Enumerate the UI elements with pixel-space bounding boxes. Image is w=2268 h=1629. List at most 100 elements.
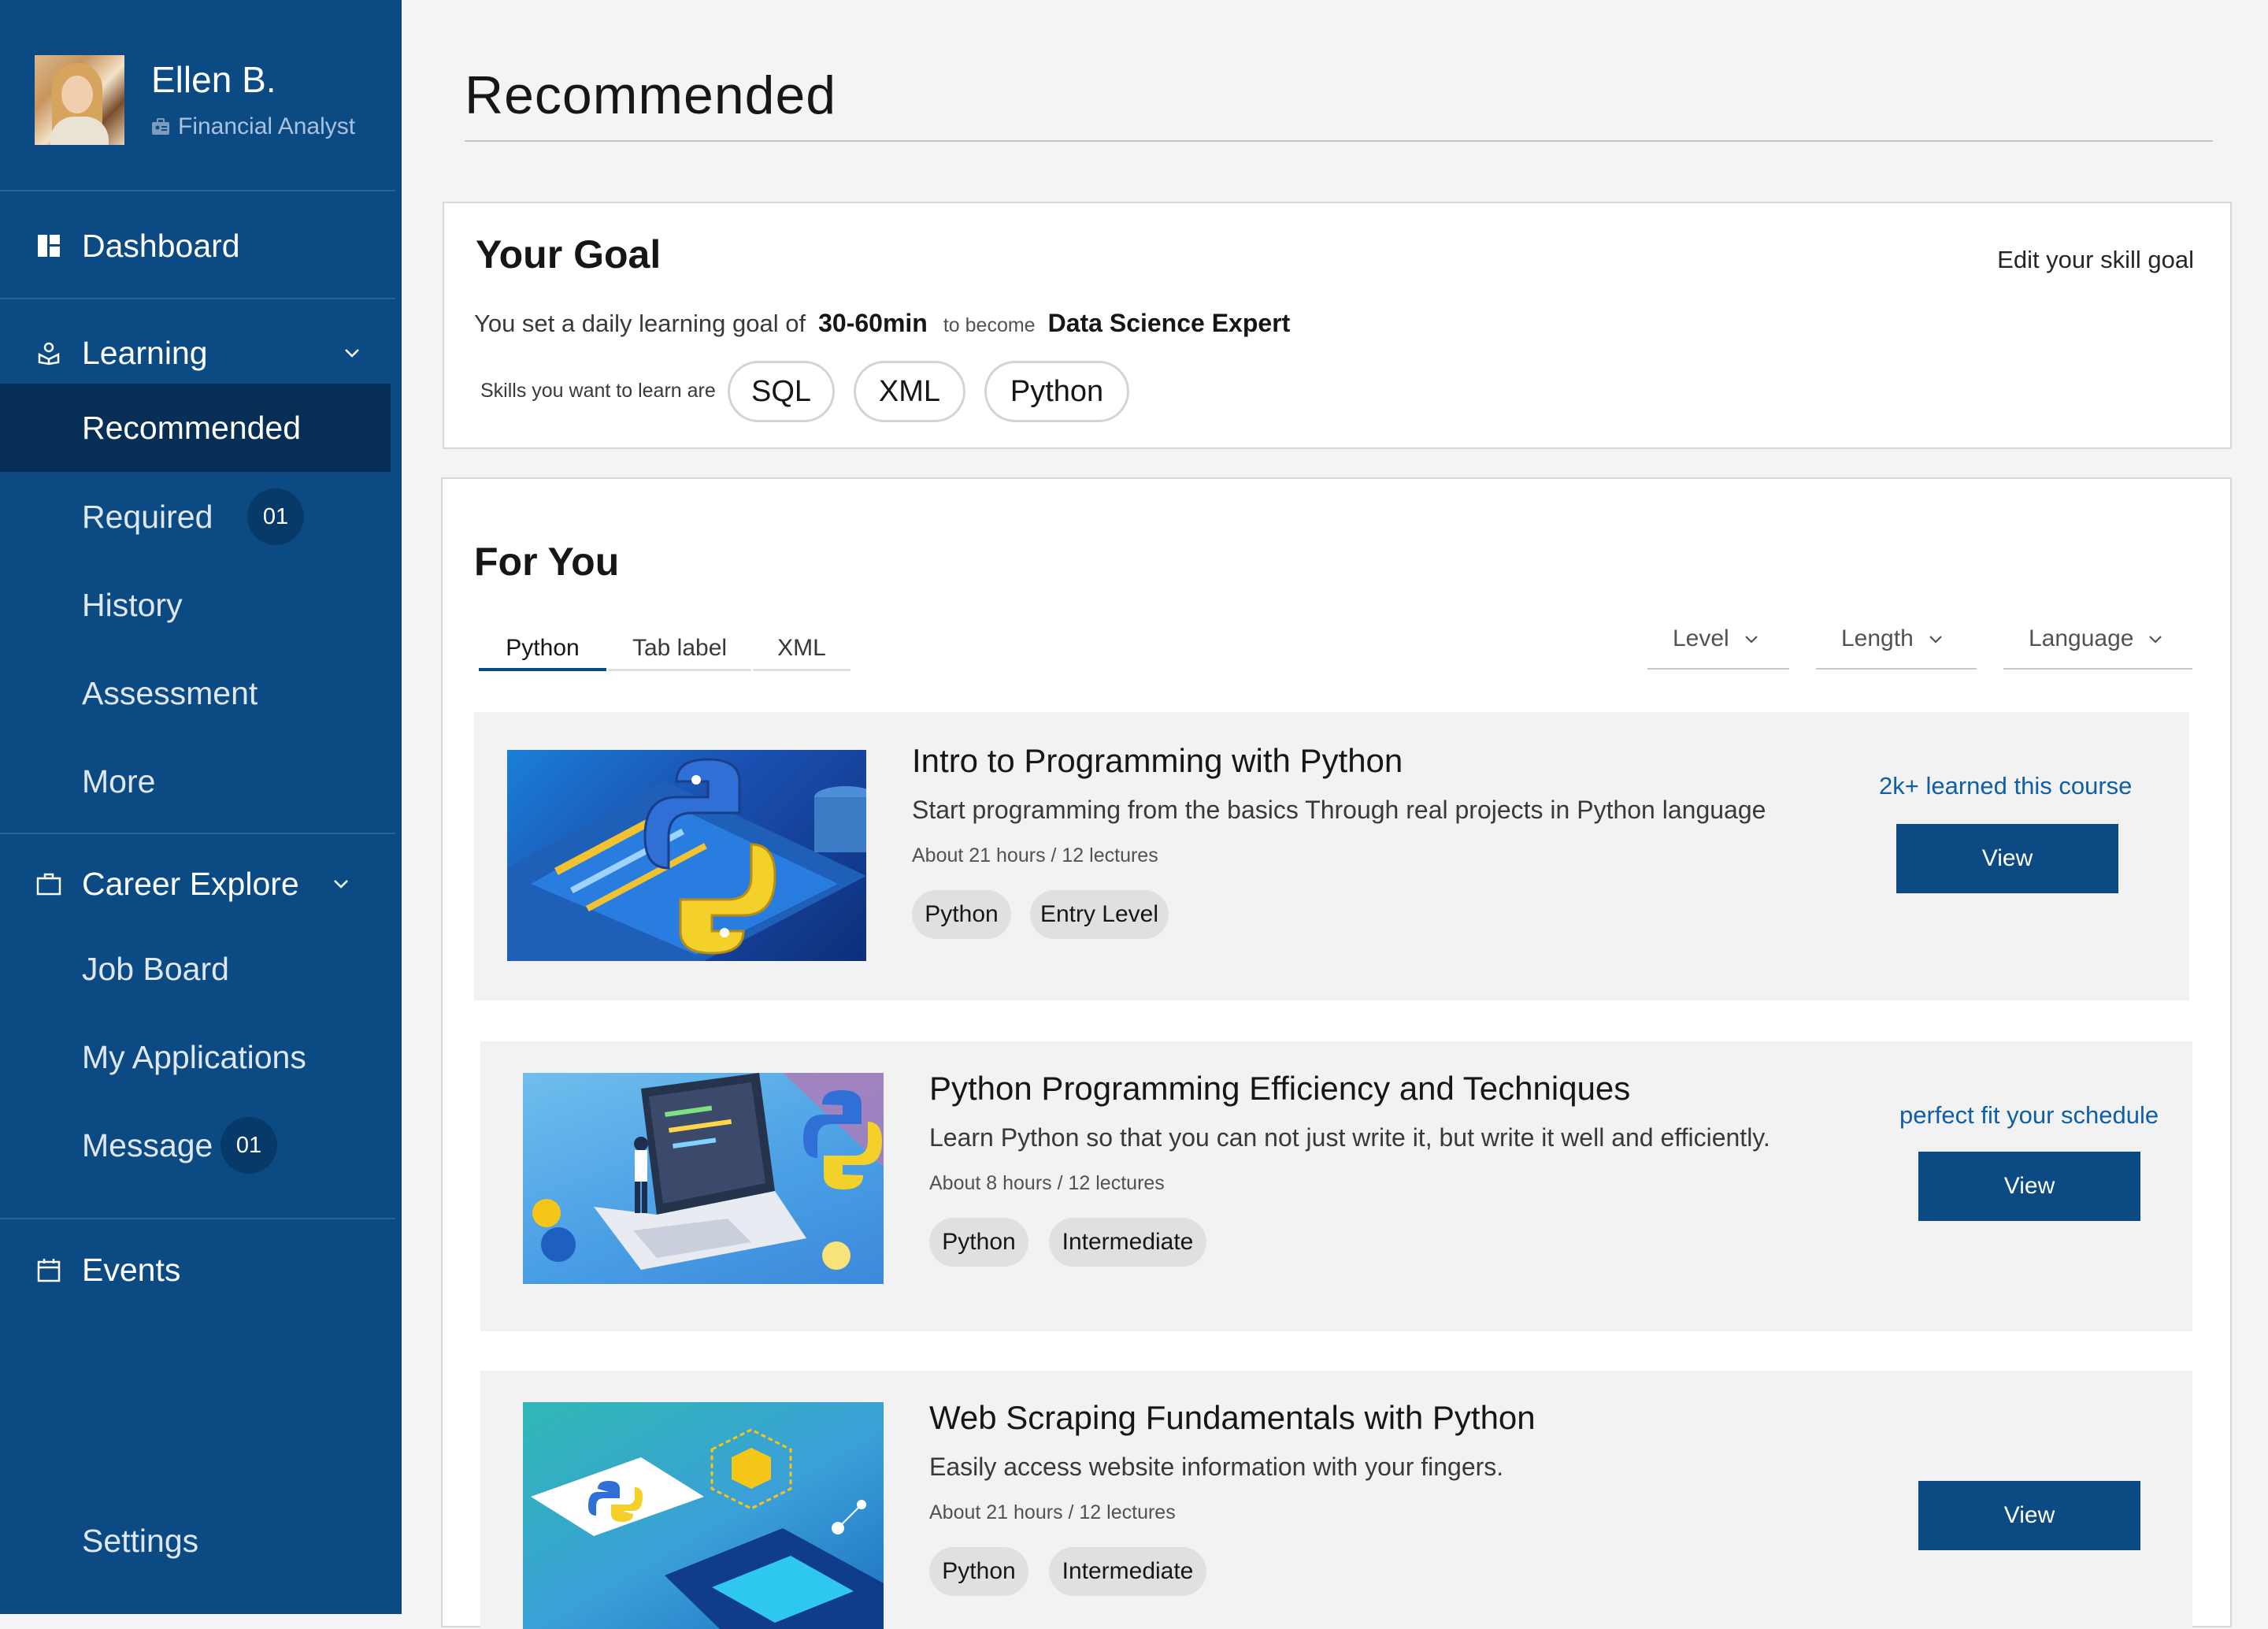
course-meta: About 21 hours / 12 lectures	[912, 844, 1158, 866]
goal-card: Your Goal Edit your skill goal You set a…	[443, 202, 2232, 449]
course-description: Learn Python so that you can not just wr…	[929, 1123, 1770, 1152]
avatar[interactable]	[35, 55, 124, 145]
skill-chip-xml[interactable]: XML	[854, 361, 965, 422]
sidebar-item-label: Job Board	[82, 950, 229, 987]
calendar-icon	[37, 1259, 61, 1282]
course-description: Start programming from the basics Throug…	[912, 796, 1766, 824]
course-tag: Entry Level	[1030, 890, 1169, 939]
laptop-illustration	[523, 1073, 884, 1284]
edit-skill-goal-link[interactable]: Edit your skill goal	[1997, 246, 2194, 274]
sidebar-divider	[0, 190, 395, 191]
sidebar-item-settings[interactable]: Settings	[0, 1497, 391, 1585]
course-card[interactable]: Intro to Programming with Python Start p…	[474, 712, 2189, 1000]
sidebar-item-label: More	[82, 763, 156, 800]
skills-label: Skills you want to learn are	[480, 380, 716, 402]
course-tag: Python	[912, 890, 1011, 939]
course-tag: Intermediate	[1049, 1547, 1206, 1596]
goal-text-prefix: You set a daily learning goal of	[474, 310, 806, 337]
goal-target: Data Science Expert	[1047, 309, 1291, 337]
level-filter-label: Level	[1673, 625, 1729, 651]
course-tag: Python	[929, 1547, 1028, 1596]
course-title[interactable]: Intro to Programming with Python	[912, 742, 1403, 780]
user-name: Ellen B.	[151, 59, 276, 100]
required-count-badge: 01	[247, 488, 304, 545]
course-title[interactable]: Web Scraping Fundamentals with Python	[929, 1399, 1536, 1437]
sidebar-item-label: Message	[82, 1126, 213, 1163]
sidebar-item-my-applications[interactable]: My Applications	[0, 1013, 391, 1101]
course-tag: Python	[929, 1218, 1028, 1267]
course-note: 2k+ learned this course	[1879, 772, 2133, 800]
sidebar-item-label: Events	[82, 1251, 181, 1288]
sidebar-item-events[interactable]: Events	[0, 1232, 395, 1308]
sidebar-item-history[interactable]: History	[0, 561, 391, 649]
language-filter-label: Language	[2029, 625, 2134, 651]
sidebar: Ellen B. Financial Analyst Dashboard Lea…	[0, 0, 402, 1614]
goal-title: Your Goal	[476, 232, 662, 276]
for-you-title: For You	[474, 540, 620, 584]
dashboard-icon	[38, 235, 60, 257]
sidebar-item-label: My Applications	[82, 1038, 306, 1075]
sidebar-item-more[interactable]: More	[0, 737, 391, 826]
course-thumbnail[interactable]	[523, 1073, 884, 1284]
briefcase-icon	[36, 873, 61, 896]
chevron-down-icon	[1929, 636, 1942, 644]
user-role: Financial Analyst	[178, 113, 356, 139]
chevron-down-icon	[1744, 636, 1758, 644]
language-filter-dropdown[interactable]: Language	[2003, 610, 2192, 670]
chevron-down-icon[interactable]	[343, 344, 361, 362]
view-course-button[interactable]: View	[1918, 1481, 2140, 1550]
learning-icon	[38, 342, 60, 366]
level-filter-dropdown[interactable]: Level	[1647, 610, 1789, 670]
web-scraping-illustration	[531, 1428, 884, 1629]
course-card[interactable]: Web Scraping Fundamentals with Python Ea…	[480, 1371, 2192, 1629]
sidebar-item-label: Dashboard	[82, 227, 240, 264]
tab-tab-label[interactable]: Tab label	[608, 625, 751, 671]
length-filter-label: Length	[1841, 625, 1914, 651]
course-card[interactable]: Python Programming Efficiency and Techni…	[480, 1041, 2192, 1331]
chevron-down-icon	[2149, 636, 2162, 644]
sidebar-item-recommended[interactable]: Recommended	[0, 384, 391, 472]
tab-python[interactable]: Python	[479, 625, 606, 671]
sidebar-item-message[interactable]: Message 01	[0, 1101, 391, 1189]
course-thumbnail[interactable]	[507, 750, 866, 961]
view-course-button[interactable]: View	[1896, 824, 2118, 893]
sidebar-item-label: Learning	[82, 334, 208, 371]
sidebar-item-dashboard[interactable]: Dashboard	[0, 208, 395, 284]
course-meta: About 21 hours / 12 lectures	[929, 1501, 1176, 1523]
sidebar-divider	[0, 1218, 395, 1219]
course-meta: About 8 hours / 12 lectures	[929, 1172, 1165, 1194]
sidebar-item-label: Recommended	[82, 409, 302, 446]
tab-xml[interactable]: XML	[753, 625, 850, 671]
length-filter-dropdown[interactable]: Length	[1816, 610, 1977, 670]
for-you-card: For You Python Tab label XML Level Lengt…	[441, 477, 2232, 1629]
sidebar-item-learning[interactable]: Learning	[0, 315, 395, 391]
sidebar-item-label: Career Explore	[82, 865, 299, 902]
chevron-down-icon[interactable]	[332, 875, 350, 892]
goal-text-middle: to become	[943, 314, 1036, 336]
skill-chip-sql[interactable]: SQL	[728, 361, 835, 422]
python-illustration	[507, 758, 866, 961]
id-badge-icon	[152, 118, 169, 135]
sidebar-item-career-explore[interactable]: Career Explore	[0, 846, 395, 922]
title-divider	[465, 140, 2213, 142]
sidebar-divider	[0, 298, 395, 299]
sidebar-item-job-board[interactable]: Job Board	[0, 925, 391, 1013]
course-note: perfect fit your schedule	[1899, 1101, 2159, 1129]
sidebar-item-label: Settings	[82, 1522, 199, 1559]
sidebar-item-assessment[interactable]: Assessment	[0, 649, 391, 737]
message-count-badge: 01	[220, 1117, 277, 1174]
sidebar-item-required[interactable]: Required 01	[0, 473, 391, 561]
course-thumbnail[interactable]	[523, 1402, 884, 1629]
sidebar-item-label: Assessment	[82, 674, 258, 711]
goal-duration: 30-60min	[818, 309, 928, 337]
skill-chip-python[interactable]: Python	[984, 361, 1129, 422]
course-title[interactable]: Python Programming Efficiency and Techni…	[929, 1070, 1630, 1108]
sidebar-item-label: Required	[82, 498, 213, 535]
sidebar-divider	[0, 833, 395, 834]
view-course-button[interactable]: View	[1918, 1152, 2140, 1221]
goal-summary: You set a daily learning goal of 30-60mi…	[474, 309, 1290, 338]
page-title: Recommended	[465, 65, 837, 125]
sidebar-item-label: History	[82, 586, 183, 623]
course-description: Easily access website information with y…	[929, 1453, 1504, 1481]
course-tag: Intermediate	[1049, 1218, 1206, 1267]
